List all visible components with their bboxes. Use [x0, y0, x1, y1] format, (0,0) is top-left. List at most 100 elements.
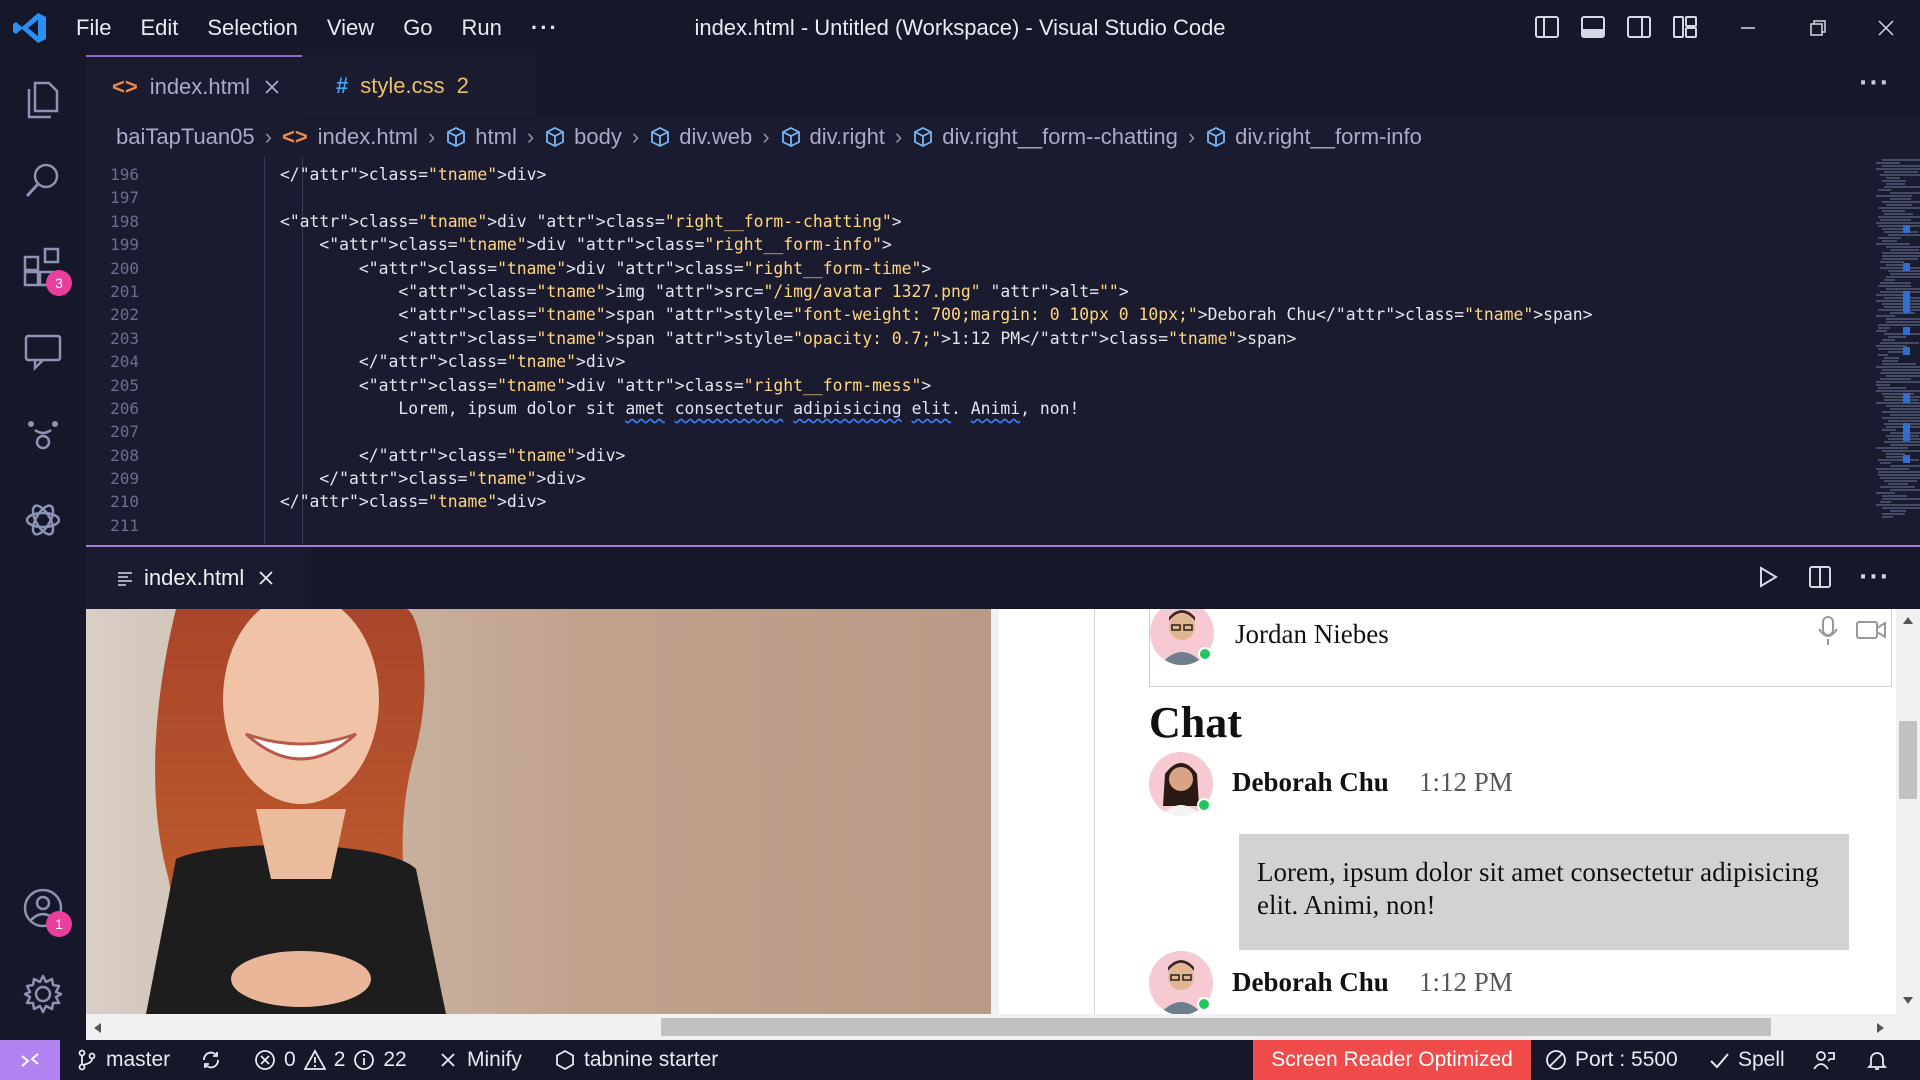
layout-controls: [1533, 13, 1699, 41]
screen-reader-optimized-button[interactable]: Screen Reader Optimized: [1253, 1040, 1531, 1080]
chevron-right-icon: ›: [894, 124, 903, 149]
remote-explorer-button[interactable]: [18, 325, 68, 375]
more-actions-button[interactable]: ···: [1859, 565, 1890, 590]
breadcrumb-symbol[interactable]: body: [544, 124, 622, 150]
toggle-panel-icon[interactable]: [1579, 13, 1607, 41]
split-editor-icon[interactable]: [1807, 564, 1833, 590]
scrollbar-thumb[interactable]: [661, 1018, 1771, 1036]
no-entry-icon: [1546, 1050, 1566, 1070]
code-line: <"attr">class="tname">span "attr">style=…: [201, 328, 1297, 348]
css-file-icon: #: [336, 73, 349, 98]
chat-heading: Chat: [1149, 698, 1242, 747]
close-icon[interactable]: [264, 79, 280, 95]
overview-mark: [1903, 347, 1910, 355]
tab-preview-index-html[interactable]: index.html: [86, 547, 311, 609]
scroll-left-icon[interactable]: [92, 1022, 102, 1034]
minimap-line: [1882, 513, 1905, 515]
branch-status[interactable]: master: [76, 1040, 170, 1080]
line-number: 207: [110, 422, 139, 442]
minimap-line: [1878, 216, 1920, 218]
bell-icon: [1866, 1052, 1888, 1070]
tab-index-html[interactable]: <> index.html: [86, 55, 302, 117]
minimap-line: [1880, 267, 1920, 269]
minimap-line: [1884, 333, 1920, 335]
problem-count: 2: [456, 73, 469, 98]
menu-selection[interactable]: Selection: [207, 15, 298, 41]
overview-mark: [1903, 393, 1910, 403]
microphone-icon[interactable]: [1815, 615, 1841, 647]
error-count: 0: [284, 1048, 296, 1071]
close-window-button[interactable]: [1853, 0, 1919, 55]
breadcrumb-symbol[interactable]: div.right__form-info: [1205, 124, 1422, 150]
menu-run[interactable]: Run: [462, 15, 502, 41]
breadcrumb-file[interactable]: <> index.html: [282, 124, 418, 150]
warning-count: 2: [333, 1048, 346, 1071]
close-icon[interactable]: [258, 570, 274, 586]
minimap-line: [1876, 381, 1920, 383]
menu-edit[interactable]: Edit: [140, 15, 178, 41]
tabnine-status[interactable]: tabnine starter: [554, 1040, 718, 1080]
tab-actions-more-button[interactable]: ···: [1859, 71, 1890, 96]
overview-mark: [1903, 303, 1910, 313]
menu-go[interactable]: Go: [403, 15, 432, 41]
message-author: Deborah Chu: [1232, 767, 1389, 797]
chatgpt-button[interactable]: [18, 495, 68, 545]
feedback-person-icon: [1813, 1051, 1835, 1070]
scrollbar-thumb[interactable]: [1899, 721, 1917, 799]
menu-view[interactable]: View: [327, 15, 374, 41]
accounts-button[interactable]: 1: [18, 883, 72, 937]
extensions-button[interactable]: 3: [18, 242, 72, 296]
customize-layout-icon[interactable]: [1671, 13, 1699, 41]
minimap-line: [1876, 162, 1900, 164]
breadcrumb-symbol[interactable]: div.right__form--chatting: [912, 124, 1178, 150]
remote-indicator-button[interactable]: [0, 1040, 60, 1080]
preview-icon: [118, 572, 132, 586]
sync-button[interactable]: [200, 1040, 222, 1080]
symbol-element-icon: [651, 126, 670, 148]
breadcrumb-folder[interactable]: baiTapTuan05: [116, 124, 255, 150]
notifications-button[interactable]: [1866, 1040, 1888, 1080]
play-icon[interactable]: [1755, 564, 1781, 590]
minimap-line: [1876, 300, 1920, 302]
line-number: 210: [110, 492, 139, 512]
problems-status[interactable]: 0 2 22: [254, 1040, 407, 1080]
spell-button[interactable]: Spell: [1708, 1040, 1785, 1080]
toggle-primary-sidebar-icon[interactable]: [1533, 13, 1561, 41]
breadcrumb-symbol[interactable]: div.web: [649, 124, 752, 150]
breadcrumb-symbol[interactable]: html: [445, 124, 517, 150]
minify-button[interactable]: Minify: [437, 1040, 522, 1080]
minimize-button[interactable]: [1715, 0, 1781, 55]
preview-vertical-scrollbar[interactable]: [1896, 609, 1920, 1014]
line-number: 211: [110, 515, 139, 535]
breadcrumb-label: div.right__form--chatting: [942, 124, 1178, 149]
menu-more-button[interactable]: ···: [531, 15, 559, 41]
toggle-secondary-sidebar-icon[interactable]: [1625, 13, 1653, 41]
code-editor[interactable]: 196 197 198 199 200 201 202 203 204 205 206 207 208 2…: [86, 157, 1920, 545]
preview-horizontal-scrollbar[interactable]: [86, 1014, 1920, 1040]
manage-button[interactable]: [18, 969, 68, 1019]
minimap-line: [1882, 411, 1920, 413]
menu-file[interactable]: File: [76, 15, 111, 41]
explorer-button[interactable]: [18, 74, 68, 124]
scroll-right-icon[interactable]: [1876, 1022, 1886, 1034]
minimap-line: [1878, 471, 1920, 473]
html-file-icon: <>: [281, 124, 308, 149]
symbol-element-icon: [546, 126, 565, 148]
preview-actions: ···: [1755, 564, 1890, 590]
overview-mark: [1903, 455, 1910, 463]
feedback-button[interactable]: [1813, 1040, 1835, 1080]
tab-style-css[interactable]: # style.css 2: [302, 55, 536, 117]
search-button[interactable]: [18, 155, 68, 205]
scroll-up-icon[interactable]: [1902, 615, 1914, 625]
minimap-line: [1878, 237, 1901, 239]
restore-button[interactable]: [1785, 0, 1851, 55]
live-share-button[interactable]: [18, 409, 68, 459]
live-server-port-button[interactable]: Port : 5500: [1545, 1040, 1678, 1080]
breadcrumb-symbol[interactable]: div.right: [780, 124, 885, 150]
video-camera-icon[interactable]: [1855, 617, 1887, 643]
scroll-down-icon[interactable]: [1902, 996, 1914, 1006]
chevron-right-icon: ›: [526, 124, 535, 149]
minimap-line: [1880, 477, 1920, 479]
html-file-icon: <>: [112, 74, 138, 99]
error-icon: [255, 1050, 275, 1070]
